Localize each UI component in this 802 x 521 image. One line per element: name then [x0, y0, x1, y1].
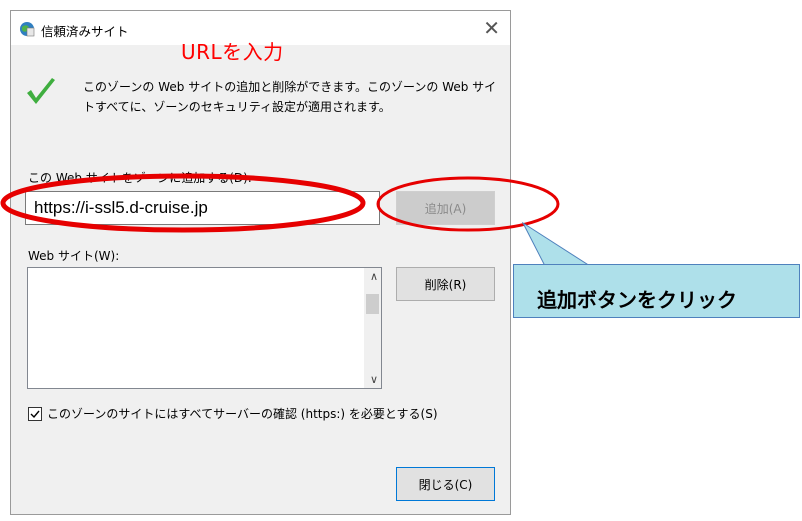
url-highlight-ellipse	[0, 173, 366, 233]
annotation-overlay	[0, 173, 592, 267]
callout-pointer	[521, 221, 592, 267]
callout-text: 追加ボタンをクリック	[537, 288, 737, 312]
add-button-highlight-ellipse	[376, 176, 560, 232]
